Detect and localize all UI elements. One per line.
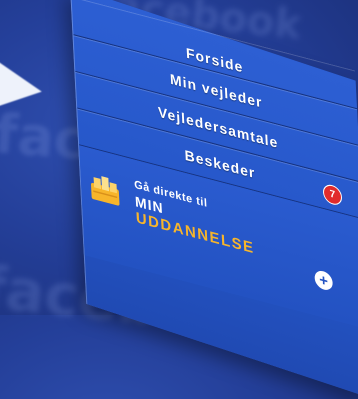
books-icon: [90, 176, 120, 206]
arrow-icon: [0, 58, 46, 118]
navigation-menu: Forside Min vejleder Vejledersamtale Bes…: [70, 0, 358, 399]
plus-icon: +: [318, 270, 329, 291]
notification-badge: 7: [322, 182, 343, 207]
